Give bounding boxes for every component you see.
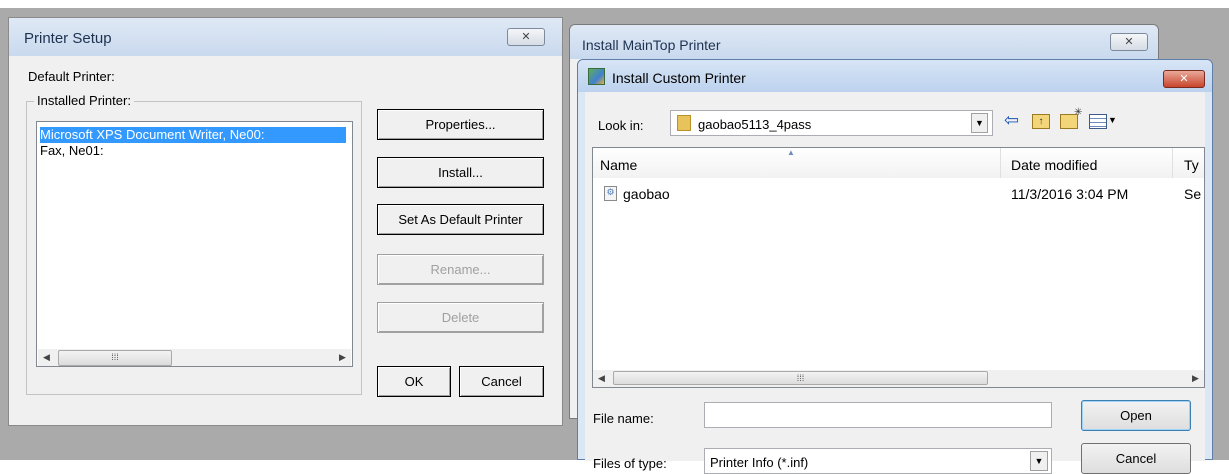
chevron-down-icon[interactable]: ▼ <box>971 113 988 133</box>
scroll-left-icon[interactable]: ◀ <box>38 349 55 366</box>
printer-list-item[interactable]: Microsoft XPS Document Writer, Ne00: <box>40 127 346 143</box>
files-of-type-value: Printer Info (*.inf) <box>710 455 809 470</box>
cancel-button[interactable]: Cancel <box>1081 443 1191 474</box>
back-icon[interactable]: ⇦ <box>1004 111 1019 131</box>
printer-listbox[interactable]: Microsoft XPS Document Writer, Ne00: Fax… <box>36 121 353 367</box>
scrollbar-grip-icon: ⁞⁞⁞ <box>796 373 805 383</box>
column-label: Ty <box>1184 157 1199 173</box>
printer-setup-title: Printer Setup <box>24 30 112 47</box>
file-name-input[interactable] <box>704 402 1052 428</box>
horizontal-scrollbar[interactable]: ◀ ⁞⁞⁞ ▶ <box>593 370 1204 387</box>
open-button[interactable]: Open <box>1081 400 1191 431</box>
file-date: 11/3/2016 3:04 PM <box>1011 186 1129 202</box>
horizontal-scrollbar[interactable]: ◀ ⁞⁞⁞ ▶ <box>38 349 351 366</box>
file-type: Se <box>1184 186 1202 202</box>
close-icon[interactable]: ✕ <box>1110 33 1148 51</box>
custom-printer-client: Look in: gaobao5113_4pass ▼ ⇦ ↑ ✳ ▼ ▲ Na… <box>585 92 1205 474</box>
ok-button[interactable]: OK <box>377 366 451 397</box>
rename-button[interactable]: Rename... <box>377 254 544 285</box>
delete-button[interactable]: Delete <box>377 302 544 333</box>
cancel-button[interactable]: Cancel <box>459 366 544 397</box>
file-list-view[interactable]: ▲ Name Date modified Ty ⚙ gaobao 11/3/20… <box>592 147 1205 388</box>
column-header-type[interactable]: Ty <box>1173 148 1204 178</box>
column-label: Name <box>600 157 638 173</box>
look-in-value: gaobao5113_4pass <box>698 117 812 132</box>
folder-icon <box>677 115 691 131</box>
installed-printer-label: Installed Printer: <box>34 93 134 108</box>
install-custom-printer-window: Install Custom Printer ✕ Look in: gaobao… <box>577 59 1213 474</box>
files-of-type-label: Files of type: <box>593 456 667 471</box>
look-in-label: Look in: <box>598 118 644 133</box>
new-folder-sparkle-icon: ✳ <box>1074 107 1083 118</box>
printer-list-item[interactable]: Fax, Ne01: <box>40 143 104 159</box>
column-label: Date modified <box>1011 157 1098 173</box>
settings-file-icon: ⚙ <box>604 186 617 201</box>
files-of-type-dropdown[interactable]: Printer Info (*.inf) ▼ <box>704 448 1052 474</box>
up-folder-icon[interactable]: ↑ <box>1032 114 1050 129</box>
close-icon[interactable]: ✕ <box>507 28 545 46</box>
file-row[interactable]: ⚙ gaobao 11/3/2016 3:04 PM Se <box>593 184 1204 204</box>
column-header-name[interactable]: ▲ Name <box>593 148 1001 178</box>
scrollbar-thumb[interactable]: ⁞⁞⁞ <box>58 350 172 366</box>
file-name: gaobao <box>623 186 670 202</box>
view-menu-chevron-icon[interactable]: ▼ <box>1108 115 1117 125</box>
default-printer-label: Default Printer: <box>28 69 115 84</box>
printer-app-icon <box>588 68 605 85</box>
look-in-dropdown[interactable]: gaobao5113_4pass ▼ <box>670 110 993 136</box>
maintop-title: Install MainTop Printer <box>582 37 721 53</box>
properties-button[interactable]: Properties... <box>377 109 544 140</box>
scroll-right-icon[interactable]: ▶ <box>334 349 351 366</box>
scroll-right-icon[interactable]: ▶ <box>1187 370 1204 387</box>
close-icon[interactable]: ✕ <box>1163 70 1205 88</box>
scrollbar-thumb[interactable]: ⁞⁞⁞ <box>613 371 988 385</box>
view-menu-icon[interactable] <box>1089 114 1107 129</box>
set-default-printer-button[interactable]: Set As Default Printer <box>377 204 544 235</box>
install-button[interactable]: Install... <box>377 157 544 188</box>
printer-setup-window: Printer Setup ✕ Default Printer: Install… <box>8 17 563 426</box>
scroll-left-icon[interactable]: ◀ <box>593 370 610 387</box>
scrollbar-grip-icon: ⁞⁞⁞ <box>111 352 119 362</box>
chevron-down-icon[interactable]: ▼ <box>1030 451 1048 471</box>
custom-printer-title: Install Custom Printer <box>612 70 746 86</box>
column-header-date-modified[interactable]: Date modified <box>1001 148 1173 178</box>
file-name-label: File name: <box>593 411 654 426</box>
sort-ascending-icon: ▲ <box>787 148 795 157</box>
